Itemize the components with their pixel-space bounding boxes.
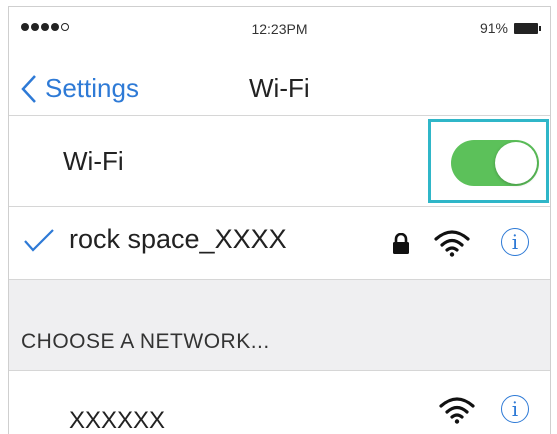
wifi-signal-icon	[439, 397, 475, 424]
wifi-signal-icon	[434, 230, 470, 257]
connected-network-row[interactable]: rock space_XXXX i	[9, 207, 550, 280]
battery-indicator: 91%	[479, 20, 541, 36]
wifi-toggle-label: Wi-Fi	[63, 146, 124, 176]
phone-screen: 12:23PM 91% Settings Wi-Fi Wi-Fi rock sp…	[8, 6, 551, 434]
info-icon[interactable]: i	[501, 395, 529, 423]
connected-network-name: rock space_XXXX	[69, 224, 287, 254]
wifi-toggle-row: Wi-Fi	[9, 116, 550, 207]
network-row[interactable]: XXXXXX i	[9, 371, 550, 434]
section-header-band: CHOOSE A NETWORK...	[9, 280, 550, 371]
checkmark-icon	[24, 229, 54, 252]
battery-icon	[514, 22, 541, 34]
back-button[interactable]: Settings	[21, 73, 139, 104]
status-time: 12:23PM	[251, 21, 308, 37]
chevron-left-icon	[21, 74, 36, 103]
lock-icon	[393, 233, 409, 254]
status-bar: 12:23PM 91%	[9, 7, 550, 51]
navigation-bar: Settings Wi-Fi	[9, 51, 550, 116]
section-header: CHOOSE A NETWORK...	[21, 330, 270, 353]
battery-percent: 91%	[479, 20, 508, 36]
wifi-toggle-switch[interactable]	[451, 140, 539, 186]
info-icon[interactable]: i	[501, 228, 529, 256]
network-name: XXXXXX	[69, 407, 166, 434]
page-title: Wi-Fi	[249, 73, 310, 103]
back-label: Settings	[45, 73, 139, 103]
toggle-knob	[495, 142, 537, 184]
